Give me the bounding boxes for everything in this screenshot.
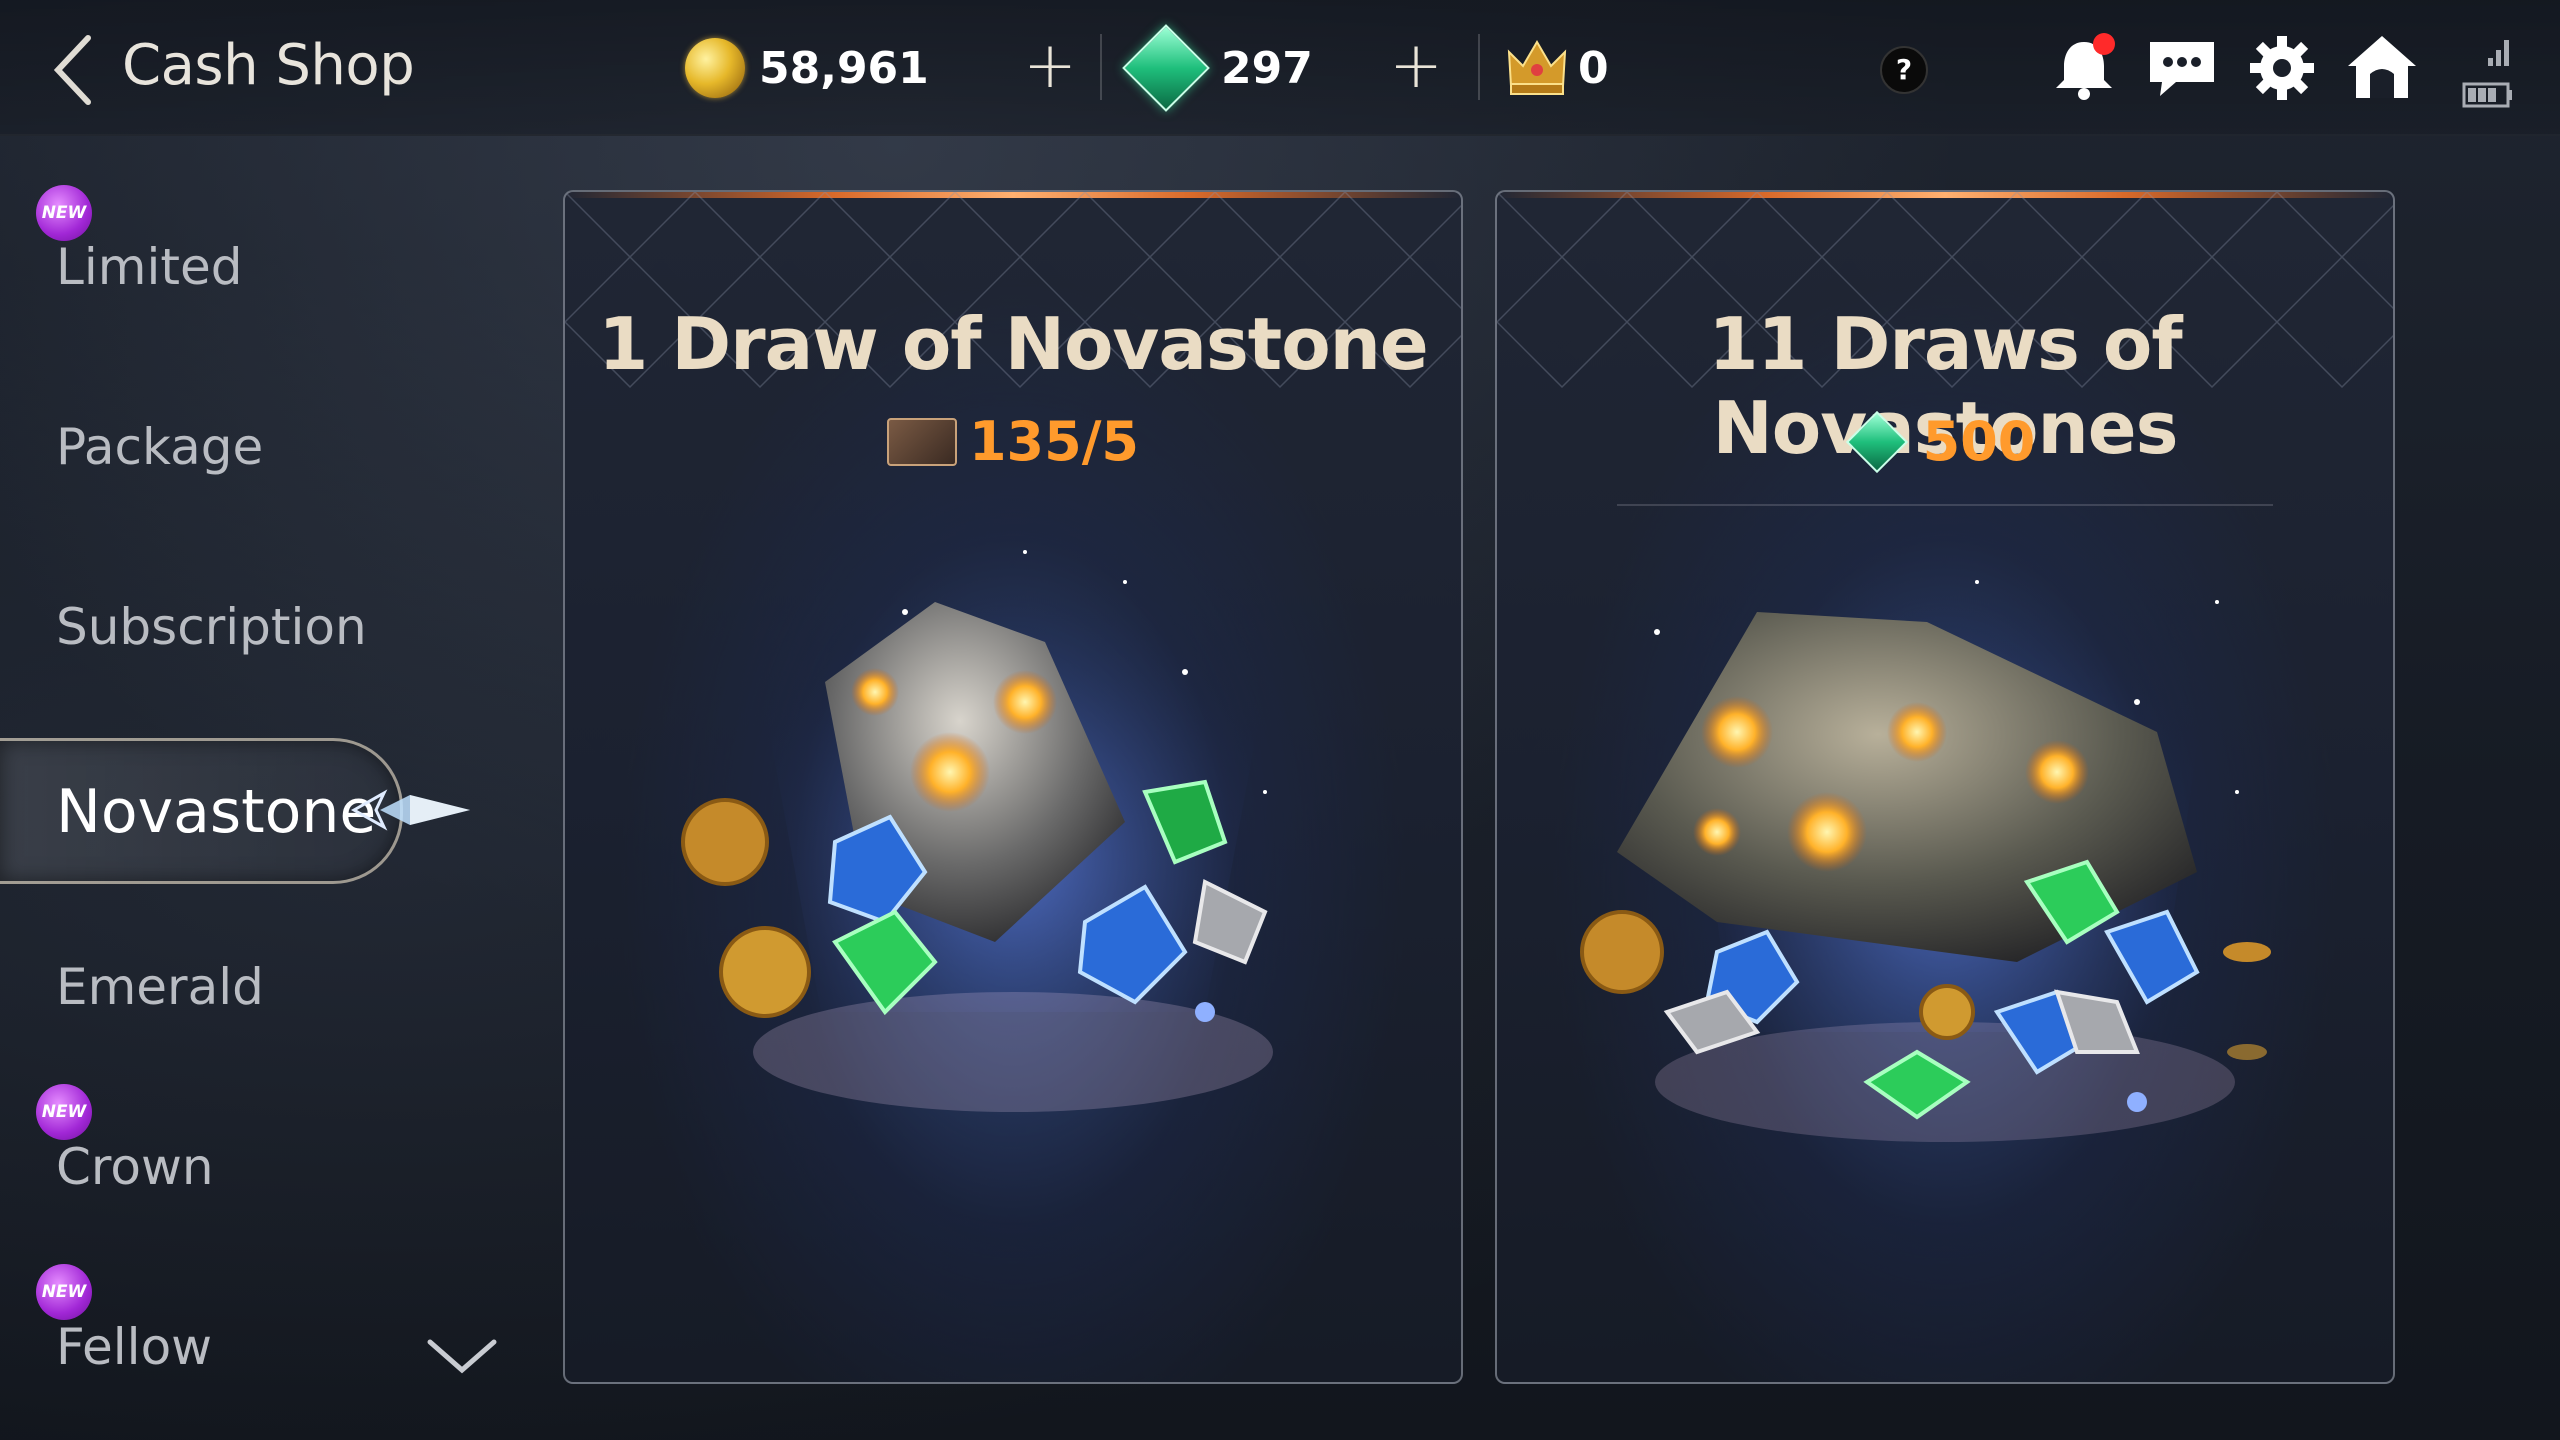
- emerald-counter: 297: [1122, 24, 1313, 112]
- gold-coin-icon: [685, 38, 745, 98]
- sidebar-item-subscription[interactable]: Subscription: [56, 598, 367, 656]
- crown-amount: 0: [1578, 42, 1609, 94]
- emerald-icon: [1845, 410, 1908, 473]
- selected-arrow-icon: [350, 789, 470, 831]
- divider: [1478, 34, 1480, 100]
- gear-icon[interactable]: [2242, 28, 2322, 108]
- card-price: 135/5: [565, 410, 1461, 473]
- chat-icon[interactable]: [2142, 28, 2222, 108]
- home-icon[interactable]: [2342, 28, 2422, 108]
- price-value: 500: [1922, 410, 2036, 473]
- product-card-single-draw[interactable]: 1 Draw of Novastone 135/5: [563, 190, 1463, 1384]
- product-card-eleven-draws[interactable]: 11 Draws of Novastones 500: [1495, 190, 2395, 1384]
- gold-amount: 58,961: [759, 42, 929, 94]
- help-button[interactable]: ?: [1880, 46, 1928, 94]
- status-indicator-icon: [2462, 40, 2512, 108]
- sidebar-item-package[interactable]: Package: [56, 418, 263, 476]
- page-title: Cash Shop: [122, 33, 415, 98]
- sidebar-item-label: Novastone: [56, 777, 377, 847]
- crown-icon: [1507, 40, 1567, 95]
- add-emerald-button[interactable]: +: [1384, 34, 1448, 98]
- sidebar-item-limited[interactable]: Limited: [56, 238, 242, 296]
- bell-icon[interactable]: [2044, 28, 2124, 108]
- notification-dot: [2093, 33, 2115, 55]
- emerald-amount: 297: [1221, 42, 1313, 94]
- gold-counter: 58,961: [685, 36, 929, 100]
- price-value: 135/5: [968, 410, 1139, 473]
- add-gold-button[interactable]: +: [1018, 34, 1082, 98]
- sidebar-item-fellow[interactable]: Fellow: [56, 1318, 212, 1376]
- top-bar: Cash Shop 58,961 + 297 + 0 ?: [0, 0, 2560, 136]
- back-arrow-icon[interactable]: [48, 30, 98, 110]
- card-price: 500: [1497, 410, 2393, 473]
- sidebar-item-crown[interactable]: Crown: [56, 1138, 214, 1196]
- novastone-artwork: [681, 492, 1301, 1112]
- new-badge: NEW: [36, 1264, 92, 1320]
- crown-counter: 0: [1578, 36, 1609, 100]
- sidebar-item-emerald[interactable]: Emerald: [56, 958, 264, 1016]
- sidebar-item-novastone[interactable]: Novastone: [0, 738, 403, 884]
- chevron-down-icon[interactable]: [422, 1330, 502, 1380]
- new-badge: NEW: [36, 1084, 92, 1140]
- new-badge: NEW: [36, 185, 92, 241]
- card-title: 1 Draw of Novastone: [598, 302, 1429, 386]
- ticket-icon: [886, 417, 957, 466]
- emerald-icon: [1122, 24, 1210, 112]
- divider: [1100, 34, 1102, 100]
- novastones-artwork: [1580, 492, 2271, 1142]
